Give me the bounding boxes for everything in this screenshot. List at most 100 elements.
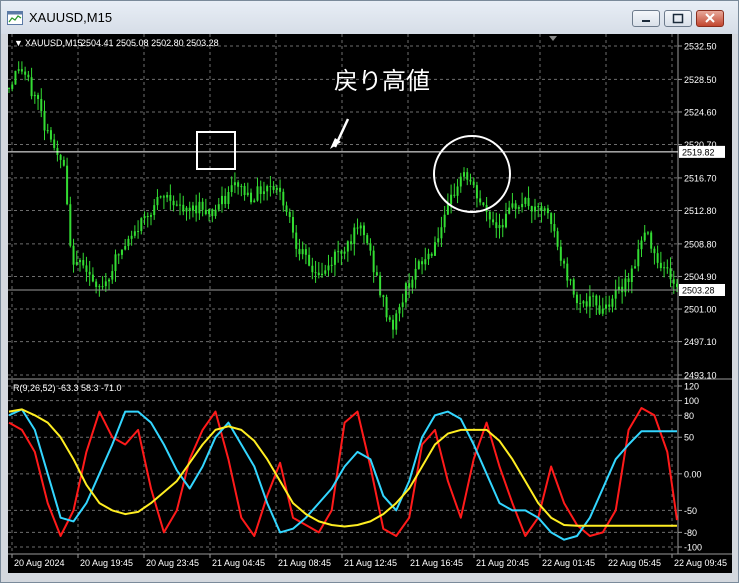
indicator-tick-label: -50 <box>684 506 697 516</box>
close-button[interactable] <box>696 10 724 27</box>
candle-body <box>514 203 517 209</box>
chart-area[interactable]: 2519.82 2503.28 2532.50 2528.50 2524.60 2520… <box>8 34 732 573</box>
candle-body <box>317 272 320 276</box>
candle-body <box>159 196 162 198</box>
price-tick-label: 2520.70 <box>684 140 717 150</box>
candle-body <box>375 272 378 276</box>
window-title: XAUUSD,M15 <box>29 10 113 25</box>
ohlc-values: 2504.41 2505.08 2502.80 2503.28 <box>81 38 219 48</box>
candle-body <box>49 130 52 140</box>
time-tick-label: 22 Aug 01:45 <box>542 558 595 568</box>
candle-body <box>162 196 165 198</box>
candle-body <box>137 231 140 233</box>
candle-body <box>627 278 630 283</box>
candle-body <box>469 179 472 182</box>
candle-body <box>353 227 356 245</box>
candle-body <box>608 304 611 307</box>
candle-body <box>201 201 204 210</box>
dropdown-triangle-icon[interactable]: ▼ <box>14 38 23 48</box>
candle-body <box>379 275 382 296</box>
candle-body <box>427 253 430 260</box>
candle-body <box>550 213 553 225</box>
candle-body <box>133 231 136 236</box>
candle-body <box>314 272 317 274</box>
maximize-button[interactable] <box>664 10 692 27</box>
candle-body <box>650 232 653 249</box>
indicator-tick-label: 120 <box>684 382 699 392</box>
annotation-text[interactable]: 戻り高値 <box>334 67 430 95</box>
minimize-button[interactable] <box>632 10 660 27</box>
candle-body <box>482 202 485 206</box>
candle-body <box>14 70 17 85</box>
candle-body <box>359 225 362 229</box>
indicator-tick-label: -100 <box>684 543 702 553</box>
time-tick-label: 21 Aug 12:45 <box>344 558 397 568</box>
candle-body <box>246 192 249 196</box>
candle-body <box>601 308 604 314</box>
candle-body <box>579 303 582 305</box>
candle-body <box>237 182 240 187</box>
candle-body <box>488 211 491 220</box>
candle-body <box>156 197 159 206</box>
candle-body <box>546 208 549 214</box>
candle-body <box>663 267 666 269</box>
candle-body <box>166 195 169 198</box>
candle-body <box>534 206 537 212</box>
candle-body <box>456 186 459 196</box>
candle-body <box>669 268 672 280</box>
candle-body <box>382 295 385 298</box>
candle-body <box>91 274 94 282</box>
price-line-label: 2503.28 <box>682 285 715 295</box>
candle-body <box>543 208 546 211</box>
candle-body <box>78 260 81 263</box>
price-tick-label: 2512.80 <box>684 206 717 216</box>
candle-body <box>350 241 353 245</box>
candle-body <box>527 197 530 207</box>
price-tick-label: 2501.00 <box>684 305 717 315</box>
candle-body <box>598 305 601 314</box>
symbol-label: XAUUSD,M15 <box>25 38 83 48</box>
candle-body <box>417 261 420 269</box>
indicator-tick-label: 80 <box>684 411 694 421</box>
candle-body <box>672 279 675 284</box>
candle-body <box>424 259 427 265</box>
price-tick-label: 2532.50 <box>684 42 717 52</box>
candle-body <box>53 139 56 148</box>
chart-window: XAUUSD,M15 2519.82 2503.28 2532.50 2528.50… <box>0 0 739 583</box>
candle-body <box>230 185 233 192</box>
chart-canvas[interactable]: 2519.822503.28 2532.502528.502524.602520… <box>8 34 732 573</box>
candle-body <box>291 217 294 233</box>
candle-body <box>333 251 336 265</box>
price-tick-label: 2528.50 <box>684 75 717 85</box>
candle-body <box>149 215 152 217</box>
candle-body <box>111 271 114 280</box>
candle-body <box>27 74 30 78</box>
candle-body <box>524 197 527 204</box>
candle-body <box>279 187 282 192</box>
candle-body <box>659 262 662 269</box>
price-tick-label: 2508.80 <box>684 239 717 249</box>
title-bar[interactable]: XAUUSD,M15 <box>1 1 738 34</box>
candle-body <box>250 192 253 203</box>
candle-body <box>275 187 278 190</box>
candle-body <box>130 235 133 239</box>
candle-body <box>214 209 217 217</box>
candle-body <box>404 283 407 303</box>
candle-body <box>572 279 575 295</box>
candle-body <box>433 242 436 256</box>
candle-body <box>146 216 149 218</box>
candle-body <box>272 186 275 190</box>
candle-body <box>82 260 85 266</box>
candle-body <box>220 195 223 205</box>
candle-body <box>421 261 424 265</box>
indicator-tick-label: 50 <box>684 433 694 443</box>
candle-body <box>120 249 123 255</box>
candle-body <box>553 224 556 232</box>
candle-body <box>653 248 656 254</box>
candle-body <box>285 205 288 212</box>
candle-body <box>108 279 111 282</box>
candle-body <box>372 250 375 273</box>
candle-body <box>408 283 411 288</box>
price-tick-label: 2504.90 <box>684 272 717 282</box>
close-icon <box>705 13 715 23</box>
